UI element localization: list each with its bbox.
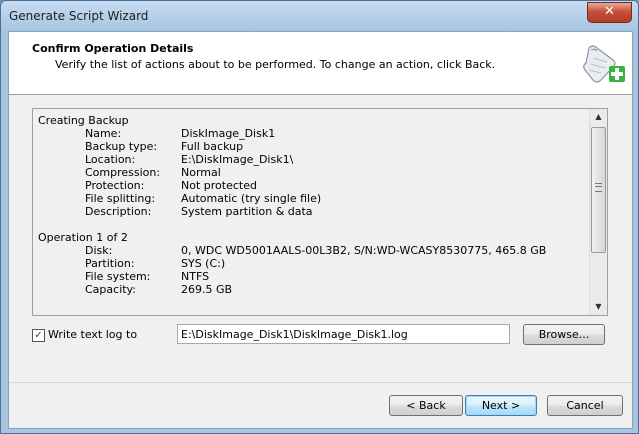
row-value: NTFS bbox=[181, 270, 210, 283]
script-scroll-add-icon bbox=[583, 45, 625, 83]
close-icon: ✕ bbox=[604, 4, 615, 19]
wizard-body: Confirm Operation Details Verify the lis… bbox=[8, 31, 633, 429]
scroll-up-arrow-icon[interactable]: ▲ bbox=[590, 109, 607, 125]
write-log-label[interactable]: Write text log to bbox=[48, 328, 137, 341]
row-label: Compression: bbox=[85, 166, 161, 179]
page-title: Confirm Operation Details bbox=[32, 42, 194, 55]
operations-list[interactable]: Creating Backup Name: DiskImage_Disk1 Ba… bbox=[32, 108, 608, 316]
row-value: Automatic (try single file) bbox=[181, 192, 322, 205]
row-label: Capacity: bbox=[85, 283, 136, 296]
row-label: Location: bbox=[85, 153, 136, 166]
row-label: Partition: bbox=[85, 257, 135, 270]
page-subtitle: Verify the list of actions about to be p… bbox=[55, 58, 496, 71]
row-value: DiskImage_Disk1 bbox=[181, 127, 276, 140]
row-label: File system: bbox=[85, 270, 151, 283]
scroll-thumb[interactable] bbox=[591, 127, 606, 253]
row-value: E:\DiskImage_Disk1\ bbox=[181, 153, 294, 166]
row-value: SYS (C:) bbox=[181, 257, 226, 270]
wizard-header: Confirm Operation Details Verify the lis… bbox=[9, 32, 632, 95]
row-value: Normal bbox=[181, 166, 221, 179]
close-button[interactable]: ✕ bbox=[587, 2, 632, 23]
row-value: 269.5 GB bbox=[181, 283, 233, 296]
backup-section-heading: Creating Backup bbox=[38, 114, 129, 127]
row-label: Disk: bbox=[85, 244, 113, 257]
back-button[interactable]: < Back bbox=[389, 395, 463, 416]
operations-content: Creating Backup Name: DiskImage_Disk1 Ba… bbox=[33, 109, 590, 315]
title-bar[interactable]: Generate Script Wizard ✕ bbox=[1, 1, 638, 29]
next-button[interactable]: Next > bbox=[465, 395, 537, 416]
wizard-window: Generate Script Wizard ✕ Confirm Operati… bbox=[0, 0, 639, 434]
cancel-button[interactable]: Cancel bbox=[547, 395, 623, 416]
row-value: Not protected bbox=[181, 179, 257, 192]
row-value: 0, WDC WD5001AALS-00L3B2, S/N:WD-WCASY85… bbox=[181, 244, 547, 257]
row-label: Name: bbox=[85, 127, 122, 140]
row-value: Full backup bbox=[181, 140, 244, 153]
grip-icon bbox=[595, 183, 602, 192]
write-log-checkbox[interactable]: ✓ bbox=[32, 329, 45, 342]
operation-section-heading: Operation 1 of 2 bbox=[38, 231, 128, 244]
scroll-down-arrow-icon[interactable]: ▼ bbox=[590, 299, 607, 315]
row-value: System partition & data bbox=[181, 205, 313, 218]
browse-button[interactable]: Browse... bbox=[523, 324, 605, 345]
row-label: Backup type: bbox=[85, 140, 158, 153]
row-label: Protection: bbox=[85, 179, 145, 192]
log-path-field[interactable]: E:\DiskImage_Disk1\DiskImage_Disk1.log bbox=[177, 324, 510, 344]
row-label: Description: bbox=[85, 205, 152, 218]
vertical-scrollbar[interactable]: ▲ ▼ bbox=[589, 109, 607, 315]
window-title: Generate Script Wizard bbox=[9, 9, 149, 23]
row-label: File splitting: bbox=[85, 192, 156, 205]
footer-divider bbox=[9, 382, 632, 383]
